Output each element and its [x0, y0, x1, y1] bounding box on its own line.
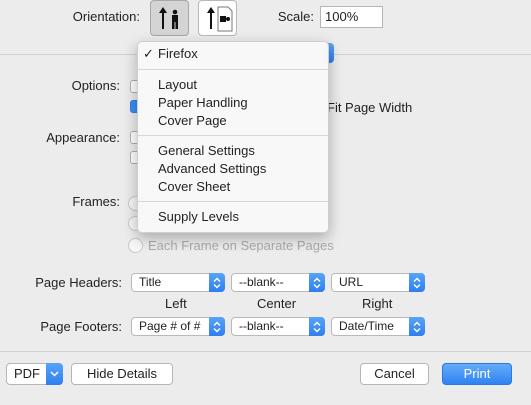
menu-separator [138, 69, 328, 70]
frames-radio-each-frame[interactable] [128, 238, 143, 253]
footer-right-select[interactable]: Date/Time [331, 317, 425, 336]
settings-dropdown-menu: ✓ Firefox Layout Paper Handling Cover Pa… [137, 41, 329, 233]
scale-input[interactable]: 100% [320, 6, 383, 28]
header-right-arrow-icon [409, 273, 425, 292]
scale-label: Scale: [277, 9, 314, 24]
column-right-label: Right [362, 296, 393, 311]
page-headers-label: Page Headers: [35, 275, 122, 290]
print-button[interactable]: Print [442, 363, 512, 385]
footer-divider [0, 351, 531, 352]
each-frame-label: Each Frame on Separate Pages [148, 238, 334, 253]
hide-details-button[interactable]: Hide Details [71, 363, 173, 385]
footer-left-value: Page # of # [139, 319, 201, 333]
portrait-icon [159, 7, 178, 29]
cancel-button[interactable]: Cancel [360, 363, 429, 385]
menu-item-cover-page[interactable]: Cover Page [158, 113, 227, 128]
footer-center-value: --blank-- [239, 319, 284, 333]
footer-left-select[interactable]: Page # of # [131, 317, 225, 336]
footer-right-arrow-icon [409, 317, 425, 336]
menu-item-advanced-settings[interactable]: Advanced Settings [158, 161, 266, 176]
menu-item-general-settings[interactable]: General Settings [158, 143, 255, 158]
header-center-value: --blank-- [239, 275, 284, 289]
header-left-value: Title [139, 275, 162, 289]
header-left-arrow-icon [209, 273, 225, 292]
portrait-orientation-button[interactable] [150, 0, 189, 36]
appearance-label: Appearance: [46, 130, 120, 145]
landscape-orientation-button[interactable] [198, 0, 237, 36]
menu-separator [138, 135, 328, 136]
menu-item-cover-sheet[interactable]: Cover Sheet [158, 179, 230, 194]
menu-item-paper-handling[interactable]: Paper Handling [158, 95, 248, 110]
menu-item-supply-levels[interactable]: Supply Levels [158, 209, 239, 224]
checkmark-icon: ✓ [143, 46, 154, 61]
page-footers-label: Page Footers: [40, 319, 122, 334]
footer-center-select[interactable]: --blank-- [231, 317, 325, 336]
pdf-button[interactable]: PDF [6, 363, 48, 385]
fit-page-width-label: Fit Page Width [327, 100, 413, 115]
menu-item-layout[interactable]: Layout [158, 77, 197, 92]
orientation-label: Orientation: [72, 9, 140, 24]
landscape-icon [207, 6, 233, 32]
footer-center-arrow-icon [309, 317, 325, 336]
header-right-value: URL [339, 275, 364, 289]
menu-separator [138, 201, 328, 202]
column-center-label: Center [257, 296, 297, 311]
footer-right-value: Date/Time [339, 319, 394, 333]
header-center-select[interactable]: --blank-- [231, 273, 325, 292]
menu-item-firefox[interactable]: Firefox [158, 46, 198, 61]
frames-label: Frames: [72, 194, 120, 209]
footer-left-arrow-icon [209, 317, 225, 336]
header-left-select[interactable]: Title [131, 273, 225, 292]
options-label: Options: [71, 78, 120, 93]
column-left-label: Left [165, 296, 187, 311]
header-center-arrow-icon [309, 273, 325, 292]
header-right-select[interactable]: URL [331, 273, 425, 292]
chevron-down-icon [50, 371, 59, 377]
pdf-menu-arrow[interactable] [46, 363, 63, 385]
